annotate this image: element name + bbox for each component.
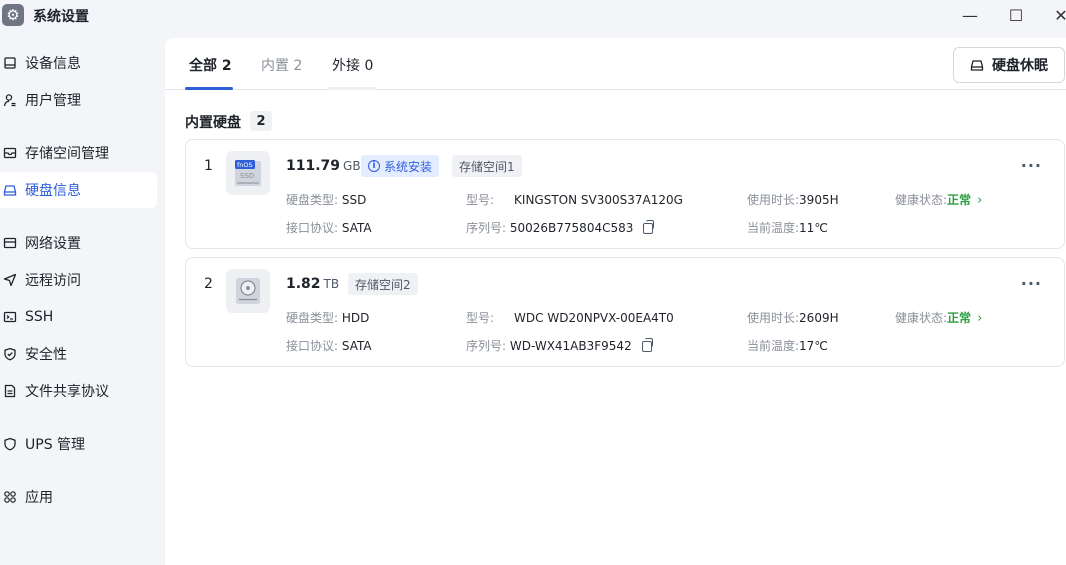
disk-capacity: 1.82 TB [286,276,340,292]
sidebar-item-label: 硬盘信息 [25,183,81,199]
disk-capacity: 111.79 GB [286,158,361,174]
settings-gear-icon: ⚙ [2,4,24,26]
sidebar-item-label: 安全性 [25,347,67,363]
sidebar-item-label: 应用 [25,490,53,506]
interface-protocol: 接口协议: SATA [286,221,372,235]
storage-pool-tag: 存储空间2 [348,273,418,295]
sidebar-item-file-sharing[interactable]: 文件共享协议 [0,373,157,409]
hdd-icon [226,269,270,313]
info-icon: i [368,160,380,172]
disk-type: 硬盘类型: HDD [286,311,370,325]
disk-index: 1 [204,158,213,174]
sidebar-item-label: 存储空间管理 [25,146,109,162]
disk-type: 硬盘类型: SSD [286,193,367,207]
copy-icon[interactable] [643,220,655,234]
disk-index: 2 [204,276,213,292]
tab-active-indicator [185,87,233,90]
disk-icon [2,182,18,198]
sidebar-item-user-management[interactable]: 用户管理 [0,82,157,118]
sidebar-item-label: 用户管理 [25,93,81,109]
chevron-right-icon: › [977,193,983,208]
remote-icon [2,272,18,288]
chevron-right-icon: › [977,311,983,326]
current-temperature: 当前温度:17℃ [747,339,828,353]
sidebar-item-device-info[interactable]: 设备信息 [0,45,157,81]
ups-icon [2,436,18,452]
model: 型号: KINGSTON SV300S37A120G [466,193,683,207]
sidebar-item-label: 设备信息 [25,56,81,72]
network-icon [2,235,18,251]
user-icon [2,92,18,108]
interface-protocol: 接口协议: SATA [286,339,372,353]
sidebar-item-label: 文件共享协议 [25,384,109,400]
health-status[interactable]: 健康状态:正常 › [895,309,982,326]
ssd-icon: fnOS SSD [226,151,270,195]
current-temperature: 当前温度:11℃ [747,221,828,235]
window-title: 系统设置 [33,9,89,25]
sidebar-item-security[interactable]: 安全性 [0,336,157,372]
sidebar-item-network[interactable]: 网络设置 [0,225,157,261]
sidebar-item-remote-access[interactable]: 远程访问 [0,262,157,298]
section-title: 内置硬盘 [185,115,241,131]
title-bar: ⚙ 系统设置 — ☐ ✕ [0,0,1066,32]
sidebar-item-label: UPS 管理 [25,437,86,453]
disk-card[interactable]: 2 1.82 TB 存储空间2 ··· 硬盘类型: HDD 接口协议: SATA … [185,257,1065,367]
serial-number: 序列号: 50026B775804C583 [466,219,655,236]
disk-count-badge: 2 [250,111,272,131]
system-install-tag: i 系统安装 [361,155,440,177]
device-icon [2,55,18,71]
tab-all[interactable]: 全部 2 [189,55,232,75]
disk-card[interactable]: 1 fnOS SSD 111.79 GB i 系统安装 存储空间1 ··· 硬盘类… [185,139,1065,249]
tab-external[interactable]: 外接 0 [332,55,373,75]
tab-hover-indicator [328,87,376,90]
sidebar-item-label: 远程访问 [25,273,81,289]
shield-icon [2,346,18,362]
svg-text:SSD: SSD [240,172,254,180]
minimize-button[interactable]: — [958,4,982,26]
sidebar-item-disk-info[interactable]: 硬盘信息 [0,172,157,208]
ssh-icon [2,309,18,325]
file-share-icon [2,383,18,399]
sidebar-item-ups[interactable]: UPS 管理 [0,426,157,462]
tab-internal[interactable]: 内置 2 [261,55,302,75]
more-options-button[interactable]: ··· [1021,156,1042,175]
svg-text:fnOS: fnOS [237,161,253,169]
sidebar-item-storage-management[interactable]: 存储空间管理 [0,135,157,171]
storage-icon [2,145,18,161]
main-panel: 全部 2 内置 2 外接 0 硬盘休眠 内置硬盘 2 1 fnOS SSD 11… [165,38,1066,565]
sidebar-item-label: 网络设置 [25,236,81,252]
sidebar-item-apps[interactable]: 应用 [0,479,157,515]
close-button[interactable]: ✕ [1049,4,1066,26]
tab-bar: 全部 2 内置 2 外接 0 硬盘休眠 [165,38,1066,90]
apps-icon [2,489,18,505]
disk-icon [970,58,984,72]
more-options-button[interactable]: ··· [1021,274,1042,293]
copy-icon[interactable] [641,338,653,352]
storage-pool-tag: 存储空间1 [452,155,522,177]
disk-sleep-button[interactable]: 硬盘休眠 [953,47,1065,83]
health-status[interactable]: 健康状态:正常 › [895,191,982,208]
usage-time: 使用时长:3905H [747,193,839,207]
disk-sleep-label: 硬盘休眠 [992,58,1048,74]
model: 型号: WDC WD20NPVX-00EA4T0 [466,311,674,325]
sidebar-item-ssh[interactable]: SSH [0,299,157,335]
usage-time: 使用时长:2609H [747,311,839,325]
maximize-button[interactable]: ☐ [1004,4,1028,26]
sidebar: 设备信息 用户管理 存储空间管理 硬盘信息 网络设置 远程访问 SSH 安全性 … [0,38,164,565]
serial-number: 序列号: WD-WX41AB3F9542 [466,337,653,354]
sidebar-item-label: SSH [25,309,54,325]
